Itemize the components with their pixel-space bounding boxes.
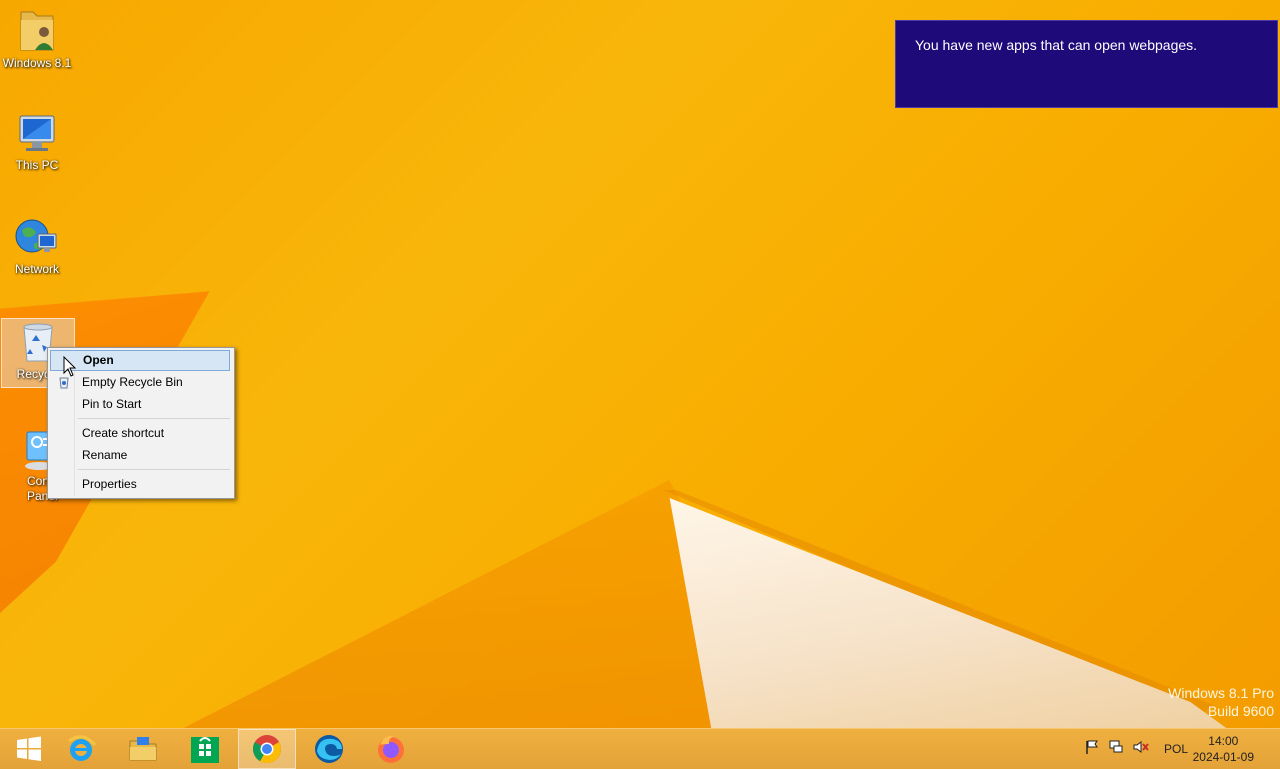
menu-item-label: Rename (82, 448, 128, 462)
menu-item-label: Open (83, 353, 114, 367)
desktop-icon-label: This PC (15, 158, 59, 172)
menu-item-empty-recycle-bin[interactable]: Empty Recycle Bin (50, 372, 230, 393)
start-icon (17, 736, 41, 761)
taskbar-store[interactable] (176, 729, 234, 769)
menu-separator (78, 469, 230, 470)
desktop-icon-label: Windows 8.1 (2, 56, 72, 70)
firefox-icon (378, 735, 404, 763)
desktop-icon-label: Network (14, 262, 59, 276)
store-icon (191, 737, 219, 763)
file-explorer-icon (129, 737, 157, 761)
desktop-icon-this-pc[interactable]: This PC (1, 112, 73, 173)
taskbar-chrome[interactable] (238, 729, 296, 769)
menu-item-rename[interactable]: Rename (50, 445, 230, 466)
watermark-build: Build 9600 (1207, 703, 1274, 719)
action-center-flag-icon[interactable] (1084, 739, 1100, 760)
desktop-icon-network[interactable]: Network (1, 214, 73, 277)
network-status-icon[interactable] (1108, 739, 1124, 760)
user-folder-icon (20, 11, 54, 51)
menu-item-open[interactable]: Open (50, 350, 230, 371)
internet-explorer-icon (68, 735, 97, 761)
menu-separator (78, 418, 230, 419)
menu-item-create-shortcut[interactable]: Create shortcut (50, 423, 230, 444)
system-tray: POL (1084, 729, 1188, 769)
windows-version-watermark: Windows 8.1 Pro Build 9600 (1168, 684, 1274, 720)
watermark-edition: Windows 8.1 Pro (1168, 685, 1274, 701)
input-language-indicator[interactable]: POL (1164, 742, 1188, 756)
mouse-cursor-icon (63, 356, 77, 377)
recycle-bin-small-icon (57, 375, 71, 396)
taskbar-firefox[interactable] (362, 729, 420, 769)
menu-item-label: Empty Recycle Bin (82, 375, 183, 389)
menu-item-pin-to-start[interactable]: Pin to Start (50, 394, 230, 415)
desktop[interactable]: Windows 8.1 This PC Network Recycle Cont… (0, 0, 1280, 728)
chrome-icon (253, 735, 281, 763)
menu-item-label: Properties (82, 477, 137, 491)
taskbar: POL 14:00 2024-01-09 (0, 728, 1280, 769)
menu-item-label: Create shortcut (82, 426, 165, 440)
computer-icon (19, 115, 55, 151)
taskbar-file-explorer[interactable] (114, 729, 172, 769)
menu-item-label: Pin to Start (82, 397, 142, 411)
wallpaper-shape (669, 498, 1240, 728)
default-apps-notification[interactable]: You have new apps that can open webpages… (895, 20, 1278, 108)
volume-muted-icon[interactable] (1132, 739, 1150, 760)
taskbar-edge[interactable] (300, 729, 358, 769)
desktop-icon-user-folder[interactable]: Windows 8.1 (1, 6, 73, 71)
clock-time: 14:00 (1208, 734, 1239, 748)
taskbar-clock[interactable]: 14:00 2024-01-09 (1193, 733, 1254, 765)
network-globe-icon (15, 219, 57, 253)
notification-text: You have new apps that can open webpages… (915, 37, 1198, 53)
start-button[interactable] (0, 729, 58, 769)
taskbar-internet-explorer[interactable] (52, 729, 110, 769)
menu-item-properties[interactable]: Properties (50, 474, 230, 495)
clock-date: 2024-01-09 (1192, 750, 1254, 764)
edge-icon (315, 735, 343, 763)
